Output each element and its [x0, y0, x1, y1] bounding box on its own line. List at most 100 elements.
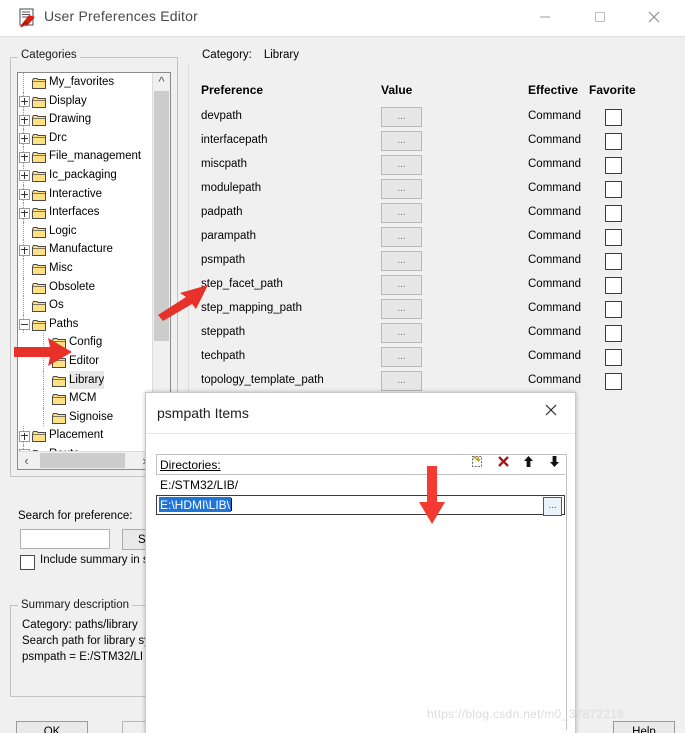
favorite-checkbox[interactable] [605, 325, 622, 342]
effective-value: Command [528, 230, 582, 242]
ok-button[interactable]: OK [16, 721, 88, 733]
help-button[interactable]: Help [613, 721, 675, 733]
tree-item-signoise[interactable]: Signoise [18, 407, 151, 427]
value-ellipsis-button[interactable]: ... [381, 203, 422, 223]
delete-item-icon[interactable] [492, 454, 514, 472]
tree-item-interactive[interactable]: Interactive [18, 184, 151, 204]
tree-item-manufacture[interactable]: Manufacture [18, 240, 151, 259]
tree-expand-icon[interactable] [19, 189, 30, 201]
directories-list[interactable]: E:/STM32/LIB/ E:\HDMI\LIB\ ... [156, 474, 565, 730]
value-ellipsis-button[interactable]: ... [381, 227, 422, 247]
tree-guide [43, 407, 44, 427]
table-row[interactable]: padpath... Command [188, 203, 678, 227]
tree-item-config[interactable]: Config [18, 333, 151, 352]
effective-value: Command [528, 206, 582, 218]
tree-expand-icon[interactable] [19, 244, 30, 256]
directory-edit-row[interactable]: E:\HDMI\LIB\ ... [156, 495, 565, 516]
tree-expand-icon[interactable] [19, 207, 30, 219]
favorite-checkbox[interactable] [605, 157, 622, 174]
include-summary-checkbox[interactable] [20, 555, 35, 570]
tree-item-display[interactable]: Display [18, 91, 151, 111]
effective-value: Command [528, 158, 582, 170]
preference-name: topology_template_path [201, 374, 324, 386]
folder-icon [52, 393, 66, 406]
tree-item-drc[interactable]: Drc [18, 128, 151, 148]
search-input[interactable] [20, 529, 110, 549]
tree-guide [43, 370, 44, 390]
tree-expand-icon[interactable] [19, 430, 30, 442]
table-row[interactable]: step_facet_path... Command [188, 275, 678, 299]
value-ellipsis-button[interactable]: ... [381, 371, 422, 391]
browse-button[interactable]: ... [543, 497, 562, 516]
tree-expand-icon[interactable] [19, 133, 30, 145]
table-row[interactable]: techpath... Command [188, 347, 678, 371]
value-ellipsis-button[interactable]: ... [381, 323, 422, 343]
table-row[interactable]: modulepath... Command [188, 179, 678, 203]
tree-expand-icon[interactable] [19, 96, 30, 108]
favorite-checkbox[interactable] [605, 373, 622, 390]
tree-expand-icon[interactable] [19, 114, 30, 126]
value-ellipsis-button[interactable]: ... [381, 131, 422, 151]
tree-item-label: Placement [49, 429, 104, 442]
table-row[interactable]: devpath... Command [188, 107, 678, 131]
value-ellipsis-button[interactable]: ... [381, 179, 422, 199]
tree-vscroll-thumb[interactable] [154, 91, 169, 341]
tree-item-ic_packaging[interactable]: Ic_packaging [18, 165, 151, 185]
table-row[interactable]: parampath... Command [188, 227, 678, 251]
value-ellipsis-button[interactable]: ... [381, 107, 422, 127]
value-ellipsis-button[interactable]: ... [381, 155, 422, 175]
move-down-icon[interactable] [543, 454, 565, 472]
folder-icon [32, 319, 46, 331]
move-up-icon[interactable] [518, 454, 540, 472]
tree-item-os[interactable]: Os [18, 296, 151, 315]
tree-collapse-icon[interactable] [19, 319, 30, 331]
tree-item-file_management[interactable]: File_management [18, 147, 151, 166]
tree-item-drawing[interactable]: Drawing [18, 110, 151, 129]
value-ellipsis-button[interactable]: ... [381, 275, 422, 295]
folder-icon [52, 356, 66, 368]
close-button[interactable] [631, 0, 677, 34]
table-row[interactable]: step_mapping_path... Command [188, 299, 678, 323]
tree-expand-icon[interactable] [19, 170, 30, 182]
favorite-checkbox[interactable] [605, 181, 622, 198]
favorite-checkbox[interactable] [605, 133, 622, 150]
tree-hscroll-thumb[interactable] [40, 453, 125, 468]
tree-vertical-scrollbar[interactable]: ^ [152, 73, 170, 435]
value-ellipsis-button[interactable]: ... [381, 299, 422, 319]
maximize-button[interactable] [577, 0, 623, 34]
tree-item-interfaces[interactable]: Interfaces [18, 203, 151, 222]
favorite-checkbox[interactable] [605, 109, 622, 126]
tree-item-mcm[interactable]: MCM [18, 389, 151, 408]
tree-expand-icon[interactable] [19, 151, 30, 163]
value-ellipsis-button[interactable]: ... [381, 251, 422, 271]
favorite-checkbox[interactable] [605, 229, 622, 246]
new-item-icon[interactable] [467, 454, 489, 472]
value-ellipsis-button[interactable]: ... [381, 347, 422, 367]
favorite-checkbox[interactable] [605, 253, 622, 270]
scroll-up-icon[interactable]: ^ [153, 73, 170, 90]
tree-item-library[interactable]: Library [18, 370, 151, 390]
table-row[interactable]: interfacepath... Command [188, 131, 678, 155]
list-item[interactable]: E:/STM32/LIB/ [156, 475, 565, 495]
tree-item-label: Obsolete [49, 280, 96, 293]
favorite-checkbox[interactable] [605, 301, 622, 318]
favorite-checkbox[interactable] [605, 277, 622, 294]
title-bar: User Preferences Editor [0, 0, 685, 36]
tree-item-label: Misc [49, 261, 73, 274]
favorite-checkbox[interactable] [605, 349, 622, 366]
table-row[interactable]: miscpath... Command [188, 155, 678, 179]
tree-item-misc[interactable]: Misc [18, 258, 151, 278]
scroll-left-icon[interactable]: ‹ [18, 452, 35, 469]
tree-item-my_favorites[interactable]: My_favorites [18, 73, 151, 92]
favorite-checkbox[interactable] [605, 205, 622, 222]
tree-item-obsolete[interactable]: Obsolete [18, 277, 151, 297]
dialog-close-button[interactable] [529, 395, 573, 425]
folder-icon [32, 114, 46, 127]
tree-item-paths[interactable]: Paths [18, 314, 151, 334]
table-row[interactable]: steppath... Command [188, 323, 678, 347]
tree-item-placement[interactable]: Placement [18, 426, 151, 445]
table-row[interactable]: psmpath... Command [188, 251, 678, 275]
tree-item-editor[interactable]: Editor [18, 351, 151, 371]
tree-item-logic[interactable]: Logic [18, 221, 151, 241]
minimize-button[interactable] [522, 0, 568, 34]
